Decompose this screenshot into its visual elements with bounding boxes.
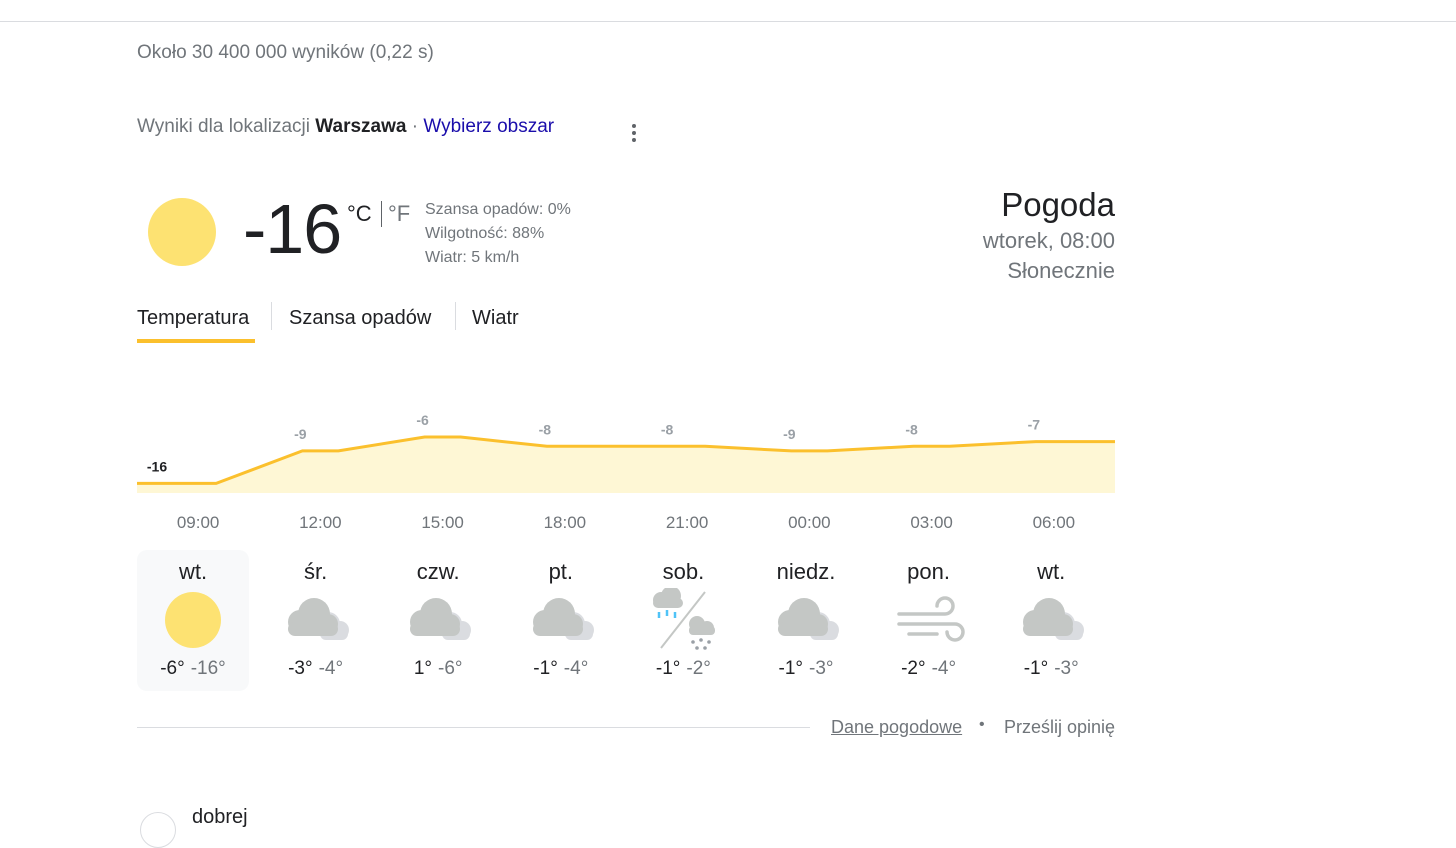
day-high: 1° bbox=[413, 658, 433, 679]
day-low: -3° bbox=[1054, 658, 1079, 679]
precip-chance: Szansa opadów: 0% bbox=[425, 201, 571, 218]
wind-icon bbox=[893, 588, 965, 657]
day-name: wt. bbox=[178, 559, 208, 584]
cloudy-icon bbox=[525, 588, 597, 657]
day-tile[interactable]: sob. -1° -2° bbox=[627, 550, 739, 691]
day-low: -2° bbox=[686, 658, 711, 679]
unit-separator bbox=[381, 201, 382, 227]
day-low: -3° bbox=[809, 658, 834, 679]
tab-divider bbox=[271, 302, 272, 330]
location-row: Wyniki dla lokalizacji Warszawa · Wybier… bbox=[137, 116, 554, 138]
day-high: -3° bbox=[288, 658, 313, 679]
top-divider bbox=[0, 21, 1456, 22]
day-high: -6° bbox=[160, 658, 185, 679]
day-name: śr. bbox=[303, 559, 328, 584]
tab-precipitation[interactable]: Szansa opadów bbox=[289, 307, 431, 330]
location-city: Warszawa bbox=[315, 116, 407, 137]
location-separator: · bbox=[411, 116, 419, 137]
weather-data-link[interactable]: Dane pogodowe bbox=[831, 717, 962, 738]
rain-snow-icon bbox=[647, 586, 719, 657]
day-temps: -2° -4° bbox=[873, 658, 985, 680]
day-low: -4° bbox=[563, 658, 589, 679]
day-temps: -1° -4° bbox=[505, 658, 617, 680]
day-temps: -6° -16° bbox=[137, 658, 249, 680]
day-name: wt. bbox=[1037, 559, 1066, 584]
sun-icon bbox=[157, 588, 229, 657]
chart-time-label: 15:00 bbox=[421, 513, 464, 532]
chart-time-label: 09:00 bbox=[176, 513, 220, 532]
day-temps: -3° -4° bbox=[260, 658, 372, 680]
tab-divider bbox=[455, 302, 456, 330]
sun-icon bbox=[148, 198, 216, 266]
weather-datetime: wtorek, 08:00 bbox=[982, 228, 1115, 253]
unit-celsius-button[interactable]: °C bbox=[347, 201, 372, 227]
day-tile[interactable]: wt. -6° -16° bbox=[137, 550, 249, 691]
day-tile[interactable]: pon. -2° -4° bbox=[873, 550, 985, 691]
footer-dot: • bbox=[979, 716, 985, 733]
tab-wind[interactable]: Wiatr bbox=[472, 307, 519, 330]
chart-data-label: -8 bbox=[661, 421, 674, 437]
day-temps: -1° -2° bbox=[627, 658, 739, 680]
day-name: pon. bbox=[907, 559, 950, 584]
next-result-favicon bbox=[140, 812, 176, 848]
choose-area-link[interactable]: Wybierz obszar bbox=[423, 116, 554, 137]
day-tile[interactable]: pt. -1° -4° bbox=[505, 550, 617, 691]
more-options-icon[interactable] bbox=[624, 120, 644, 146]
day-low: -4° bbox=[318, 658, 344, 679]
day-tile[interactable]: śr. -3° -4° bbox=[260, 550, 372, 691]
day-high: -1° bbox=[655, 658, 681, 679]
chart-time-label: 12:00 bbox=[299, 513, 342, 532]
cloudy-icon bbox=[1015, 588, 1087, 657]
day-name: niedz. bbox=[776, 559, 836, 584]
active-tab-indicator bbox=[137, 339, 255, 343]
weather-condition: Słonecznie bbox=[1007, 258, 1115, 283]
day-temps: 1° -6° bbox=[382, 658, 494, 680]
day-name: sob. bbox=[662, 559, 705, 584]
day-low: -6° bbox=[438, 658, 463, 679]
chart-data-label: -7 bbox=[1028, 417, 1041, 433]
cloudy-icon bbox=[402, 588, 474, 657]
chart-time-label: 03:00 bbox=[910, 513, 953, 532]
day-high: -1° bbox=[1023, 658, 1049, 679]
chart-data-label: -9 bbox=[783, 426, 796, 442]
day-high: -2° bbox=[901, 658, 926, 679]
chart-data-label: -6 bbox=[416, 412, 429, 428]
temperature-chart: -16 -9 -6 -8 -8 -9 -8 -7 bbox=[137, 412, 1115, 493]
chart-data-label: -9 bbox=[294, 426, 307, 442]
weather-title: Pogoda bbox=[1001, 186, 1115, 223]
day-tile[interactable]: czw. 1° -6° bbox=[382, 550, 494, 691]
chart-time-label: 21:00 bbox=[665, 513, 709, 532]
day-tile[interactable]: niedz. -1° -3° bbox=[750, 550, 862, 691]
result-stats: Około 30 400 000 wyników (0,22 s) bbox=[137, 42, 434, 63]
footer-divider bbox=[137, 727, 810, 728]
day-high: -1° bbox=[778, 658, 804, 679]
day-low: -4° bbox=[931, 658, 957, 679]
chart-time-label: 00:00 bbox=[788, 513, 831, 532]
current-temperature: -16 bbox=[243, 190, 342, 268]
day-temps: -1° -3° bbox=[995, 658, 1107, 680]
chart-time-label: 06:00 bbox=[1032, 513, 1076, 532]
day-temps: -1° -3° bbox=[750, 658, 862, 680]
wind-speed: Wiatr: 5 km/h bbox=[425, 249, 520, 266]
chart-data-label: -8 bbox=[539, 421, 552, 437]
humidity: Wilgotność: 88% bbox=[425, 225, 545, 242]
unit-fahrenheit-button[interactable]: °F bbox=[388, 201, 410, 227]
weather-details: Szansa opadów: 0% Wilgotność: 88% Wiatr:… bbox=[425, 198, 571, 270]
chart-data-label: -8 bbox=[905, 421, 918, 437]
day-name: czw. bbox=[416, 559, 460, 584]
day-high: -1° bbox=[533, 658, 558, 679]
cloudy-icon bbox=[280, 588, 352, 657]
tab-temperature[interactable]: Temperatura bbox=[137, 307, 249, 330]
chart-data-label: -16 bbox=[147, 458, 167, 474]
chart-time-label: 18:00 bbox=[543, 513, 587, 532]
location-prefix: Wyniki dla lokalizacji bbox=[137, 116, 310, 137]
day-low: -16° bbox=[190, 658, 226, 679]
send-feedback-link[interactable]: Prześlij opinię bbox=[1004, 717, 1115, 738]
cloudy-icon bbox=[770, 588, 842, 657]
day-name: pt. bbox=[548, 559, 574, 584]
day-tile[interactable]: wt. -1° -3° bbox=[995, 550, 1107, 691]
